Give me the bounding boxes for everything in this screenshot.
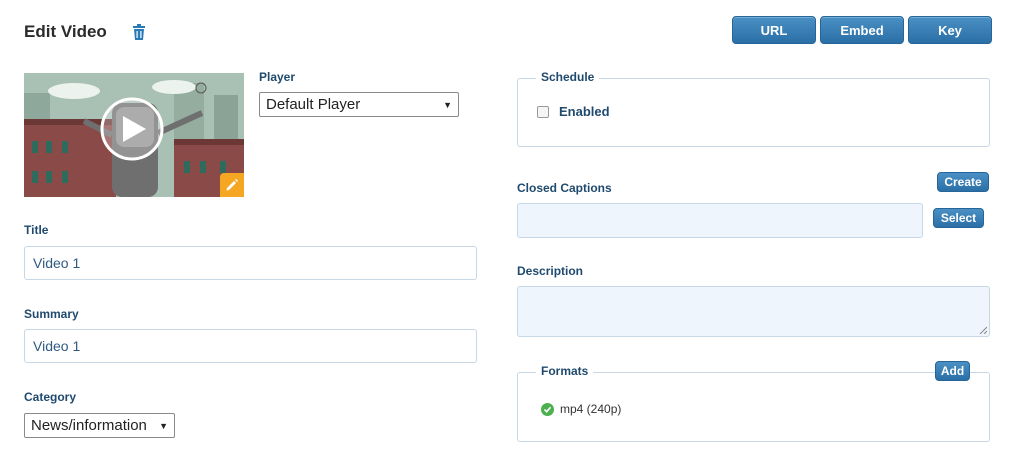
category-label: Category: [24, 390, 77, 404]
formats-legend: Formats: [536, 364, 594, 378]
edit-thumbnail-button[interactable]: [220, 173, 244, 197]
description-textarea[interactable]: [517, 286, 990, 337]
url-button[interactable]: URL: [732, 16, 816, 44]
title-label: Title: [24, 223, 49, 237]
summary-label: Summary: [24, 307, 79, 321]
format-item: mp4 (240p): [541, 402, 621, 416]
resize-handle-icon[interactable]: [979, 326, 987, 334]
caret-down-icon: ▼: [443, 99, 452, 110]
summary-input[interactable]: Video 1: [24, 329, 477, 363]
schedule-legend: Schedule: [536, 70, 600, 84]
category-select[interactable]: News/information ▼: [24, 413, 175, 438]
add-format-button[interactable]: Add: [935, 361, 970, 381]
pencil-icon: [226, 179, 238, 191]
check-circle-icon: [541, 402, 554, 416]
player-select-value: Default Player: [266, 96, 361, 113]
key-button[interactable]: Key: [908, 16, 992, 44]
trash-icon[interactable]: [132, 24, 146, 40]
player-label: Player: [259, 70, 296, 84]
category-select-value: News/information: [31, 417, 147, 434]
player-select[interactable]: Default Player ▼: [259, 92, 459, 117]
closed-captions-label: Closed Captions: [517, 181, 612, 195]
schedule-enabled-label: Enabled: [559, 104, 610, 119]
create-caption-button[interactable]: Create: [937, 172, 989, 192]
video-thumbnail[interactable]: [24, 73, 244, 197]
format-name: mp4 (240p): [560, 402, 622, 416]
schedule-enabled-checkbox[interactable]: [537, 106, 549, 118]
select-caption-button[interactable]: Select: [933, 208, 984, 228]
embed-button[interactable]: Embed: [820, 16, 904, 44]
caret-down-icon: ▼: [159, 420, 168, 431]
page-title: Edit Video: [24, 22, 107, 41]
description-label: Description: [517, 264, 584, 278]
closed-captions-input[interactable]: [517, 203, 923, 238]
title-input[interactable]: Video 1: [24, 246, 477, 280]
